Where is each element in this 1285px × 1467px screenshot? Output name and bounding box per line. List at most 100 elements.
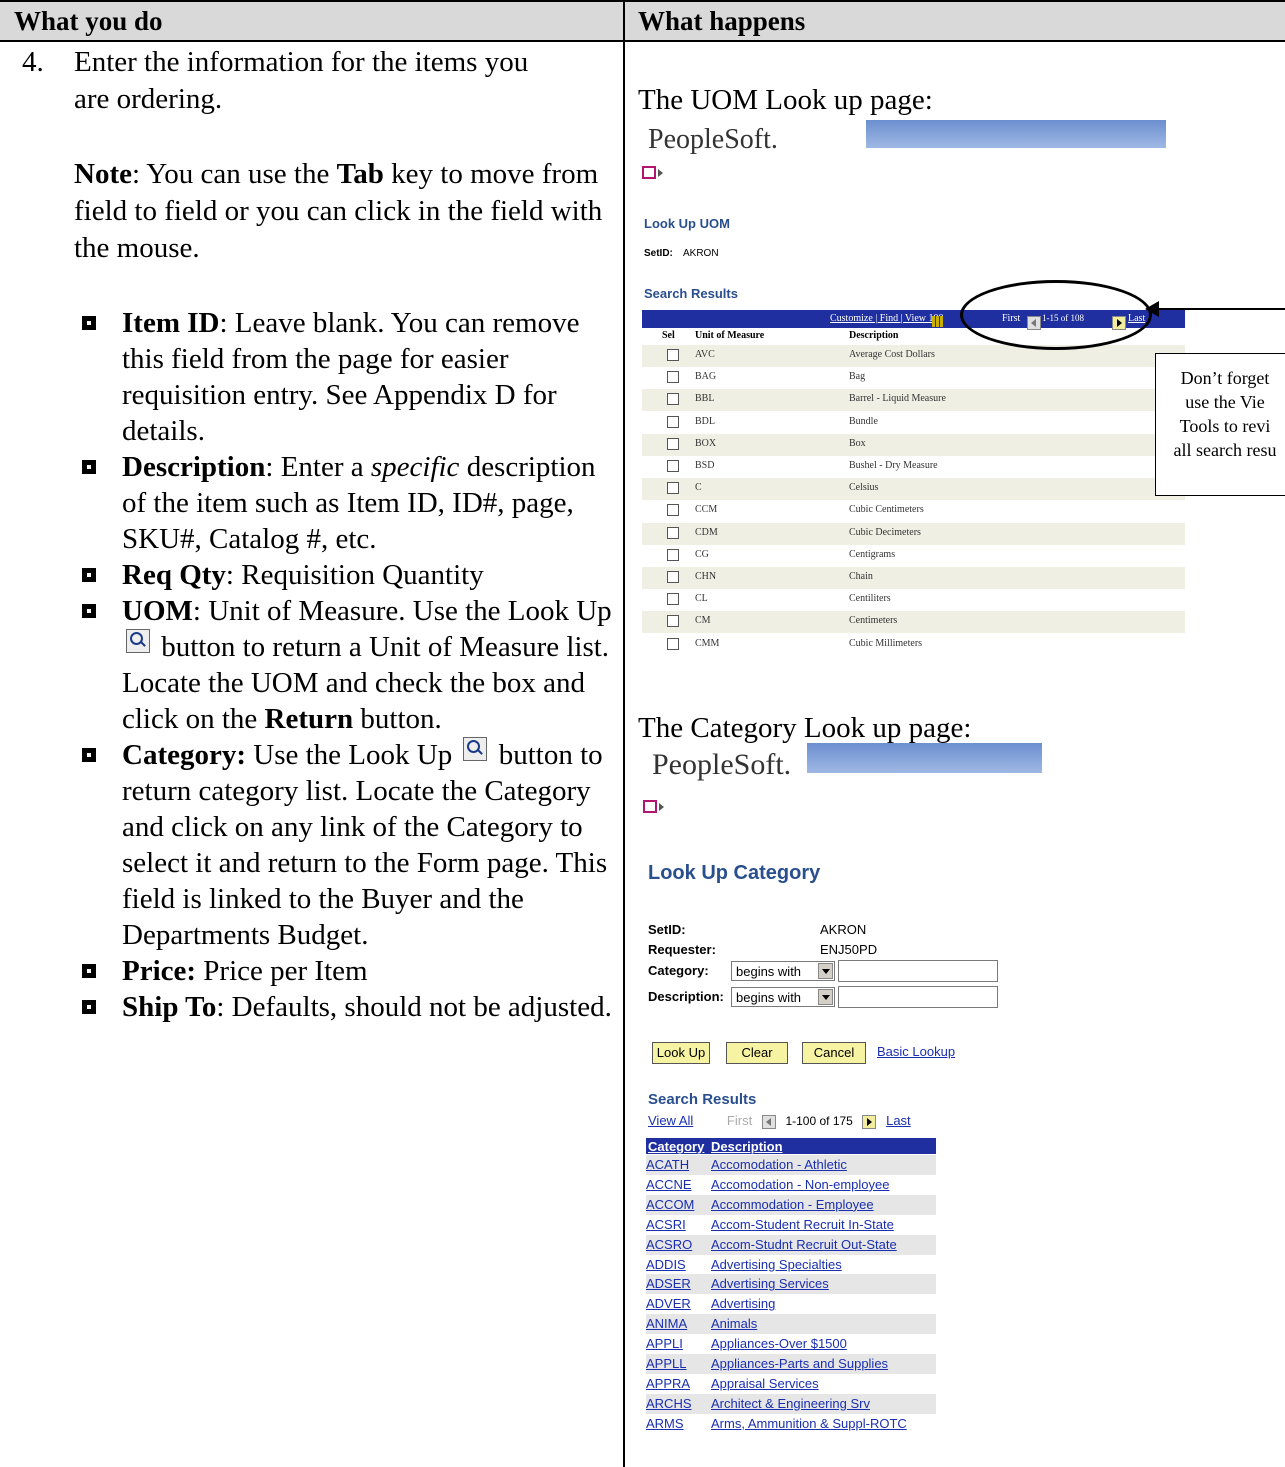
bullet-sep: : [192,595,209,627]
category-code-link[interactable]: ANIMA [646,1316,687,1331]
category-description-link[interactable]: Accomodation - Non-employee [711,1177,889,1192]
category-input[interactable] [838,960,998,982]
customize-find-view-links[interactable]: Customize | Find | View 100 [830,313,944,324]
category-description-link[interactable]: Appliances-Parts and Supplies [711,1356,888,1371]
select-checkbox[interactable] [667,349,679,361]
column-divider [623,0,625,1467]
view-all-link[interactable]: View All [648,1113,693,1128]
menu-toggle-icon[interactable] [643,800,664,813]
bullet-term: Item ID [122,307,220,339]
uom-description: Average Cost Dollars [849,349,935,360]
note-text-1: : You can use the [131,158,337,190]
category-code-link[interactable]: APPLL [646,1356,686,1371]
category-description-link[interactable]: Architect & Engineering Srv [711,1396,870,1411]
category-description-link[interactable]: Advertising [711,1296,775,1311]
category-code-link[interactable]: APPLI [646,1336,683,1351]
category-code-link[interactable]: ARCHS [646,1396,692,1411]
bullet-square-icon [82,568,96,582]
select-checkbox[interactable] [667,526,679,539]
select-checkbox[interactable] [667,548,679,561]
category-description-link[interactable]: Animals [711,1316,757,1331]
uom-code: BBL [695,393,715,405]
bullet-description: Description: Enter a specific descriptio… [82,449,622,557]
bullet-term: Ship To [122,991,217,1023]
category-code-link[interactable]: ACSRO [646,1237,692,1252]
category-operator-value: begins with [736,964,802,979]
category-code-link[interactable]: ADVER [646,1296,691,1311]
category-description-link[interactable]: Advertising Specialties [711,1257,842,1272]
table-row: CDM Cubic Decimeters [642,522,1185,545]
category-code-link[interactable]: ACSRI [646,1217,686,1232]
category-description-link[interactable]: Appraisal Services [711,1376,819,1391]
peoplesoft-logo: PeopleSoft. [652,748,792,781]
uom-code: C [695,482,702,494]
bullet-term: Category: [122,739,247,771]
category-operator-select[interactable]: begins with [731,961,835,981]
callout-line: Tools to revi [1179,416,1271,436]
uom-code: BAG [695,371,717,383]
category-code-link[interactable]: ADDIS [646,1257,686,1272]
step-text-line1: Enter the information for the items you [74,46,529,78]
callout-arrow-line [1154,308,1285,310]
category-code-link[interactable]: APPRA [646,1376,690,1391]
table-row: BAG Bag [642,367,1185,389]
category-code-link[interactable]: ACATH [646,1157,689,1172]
bullet-text: Unit of Measure. Use the Look Up [208,595,612,627]
field-bullet-list: Item ID: Leave blank. You can remove thi… [82,305,622,1025]
menu-toggle-icon[interactable] [642,166,663,179]
bullet-emphasis: specific [370,451,460,483]
category-description-link[interactable]: Advertising Services [711,1276,829,1291]
requester-label: Requester: [648,942,716,957]
category-code-link[interactable]: ADSER [646,1276,691,1291]
arrow-head-icon [1145,301,1159,317]
category-code-link[interactable]: ARMS [646,1416,684,1431]
uom-description: Cubic Millimeters [849,637,923,649]
category-description-link[interactable]: Accomodation - Athletic [711,1157,847,1172]
select-checkbox[interactable] [667,615,679,628]
category-description-link[interactable]: Accommodation - Employee [711,1197,874,1212]
select-checkbox[interactable] [667,393,679,406]
category-code-link[interactable]: ACCNE [646,1177,692,1192]
select-checkbox[interactable] [667,371,679,384]
prev-icon[interactable] [761,1114,776,1129]
requester-value: ENJ50PD [820,942,878,957]
basic-lookup-link[interactable]: Basic Lookup [877,1044,955,1059]
description-operator-value: begins with [736,990,802,1005]
select-checkbox[interactable] [667,415,679,428]
category-search-results-title: Search Results [648,1091,757,1108]
select-checkbox[interactable] [667,482,679,495]
cancel-button[interactable]: Cancel [802,1042,866,1064]
select-checkbox[interactable] [667,571,679,583]
bullet-text: Requisition Quantity [241,559,484,591]
bullet-square-icon [82,460,96,474]
uom-code: CHN [695,571,717,582]
category-description-link[interactable]: Arms, Ammunition & Suppl-ROTC [711,1416,907,1431]
select-checkbox[interactable] [667,593,679,606]
category-description-link[interactable]: Accom-Student Recruit In-State [711,1217,894,1232]
category-description-link[interactable]: Appliances-Over $1500 [711,1336,847,1351]
description-operator-select[interactable]: begins with [731,987,835,1007]
select-checkbox[interactable] [667,437,679,450]
table-row: ARCHS Architect & Engineering Srv [646,1393,936,1414]
description-input[interactable] [838,986,998,1008]
category-description-link[interactable]: Accom-Studnt Recruit Out-State [711,1237,897,1252]
category-code-link[interactable]: ACCOM [646,1197,694,1212]
bullet-text: Defaults, should not be adjusted. [231,991,612,1023]
clear-button[interactable]: Clear [726,1042,788,1064]
col-unit-of-measure: Unit of Measure [695,330,765,341]
select-checkbox[interactable] [667,637,679,650]
table-row: AVC Average Cost Dollars [642,345,1185,367]
bullet-sep: : [216,991,232,1023]
table-row: CM Centimeters [642,611,1185,634]
last-link[interactable]: Last [886,1113,911,1128]
uom-description: Bushel - Dry Measure [849,460,938,471]
next-icon[interactable] [862,1114,877,1129]
lookup-magnifier-icon [463,737,488,761]
col-category: Category [648,1139,705,1154]
category-nav-bar: View All First 1-100 of 175 Last [648,1113,911,1129]
description-label: Description: [648,989,724,1004]
select-checkbox[interactable] [667,504,679,517]
look-up-button[interactable]: Look Up [652,1042,710,1064]
select-checkbox[interactable] [667,460,679,472]
header-what-happens: What happens [638,6,806,36]
